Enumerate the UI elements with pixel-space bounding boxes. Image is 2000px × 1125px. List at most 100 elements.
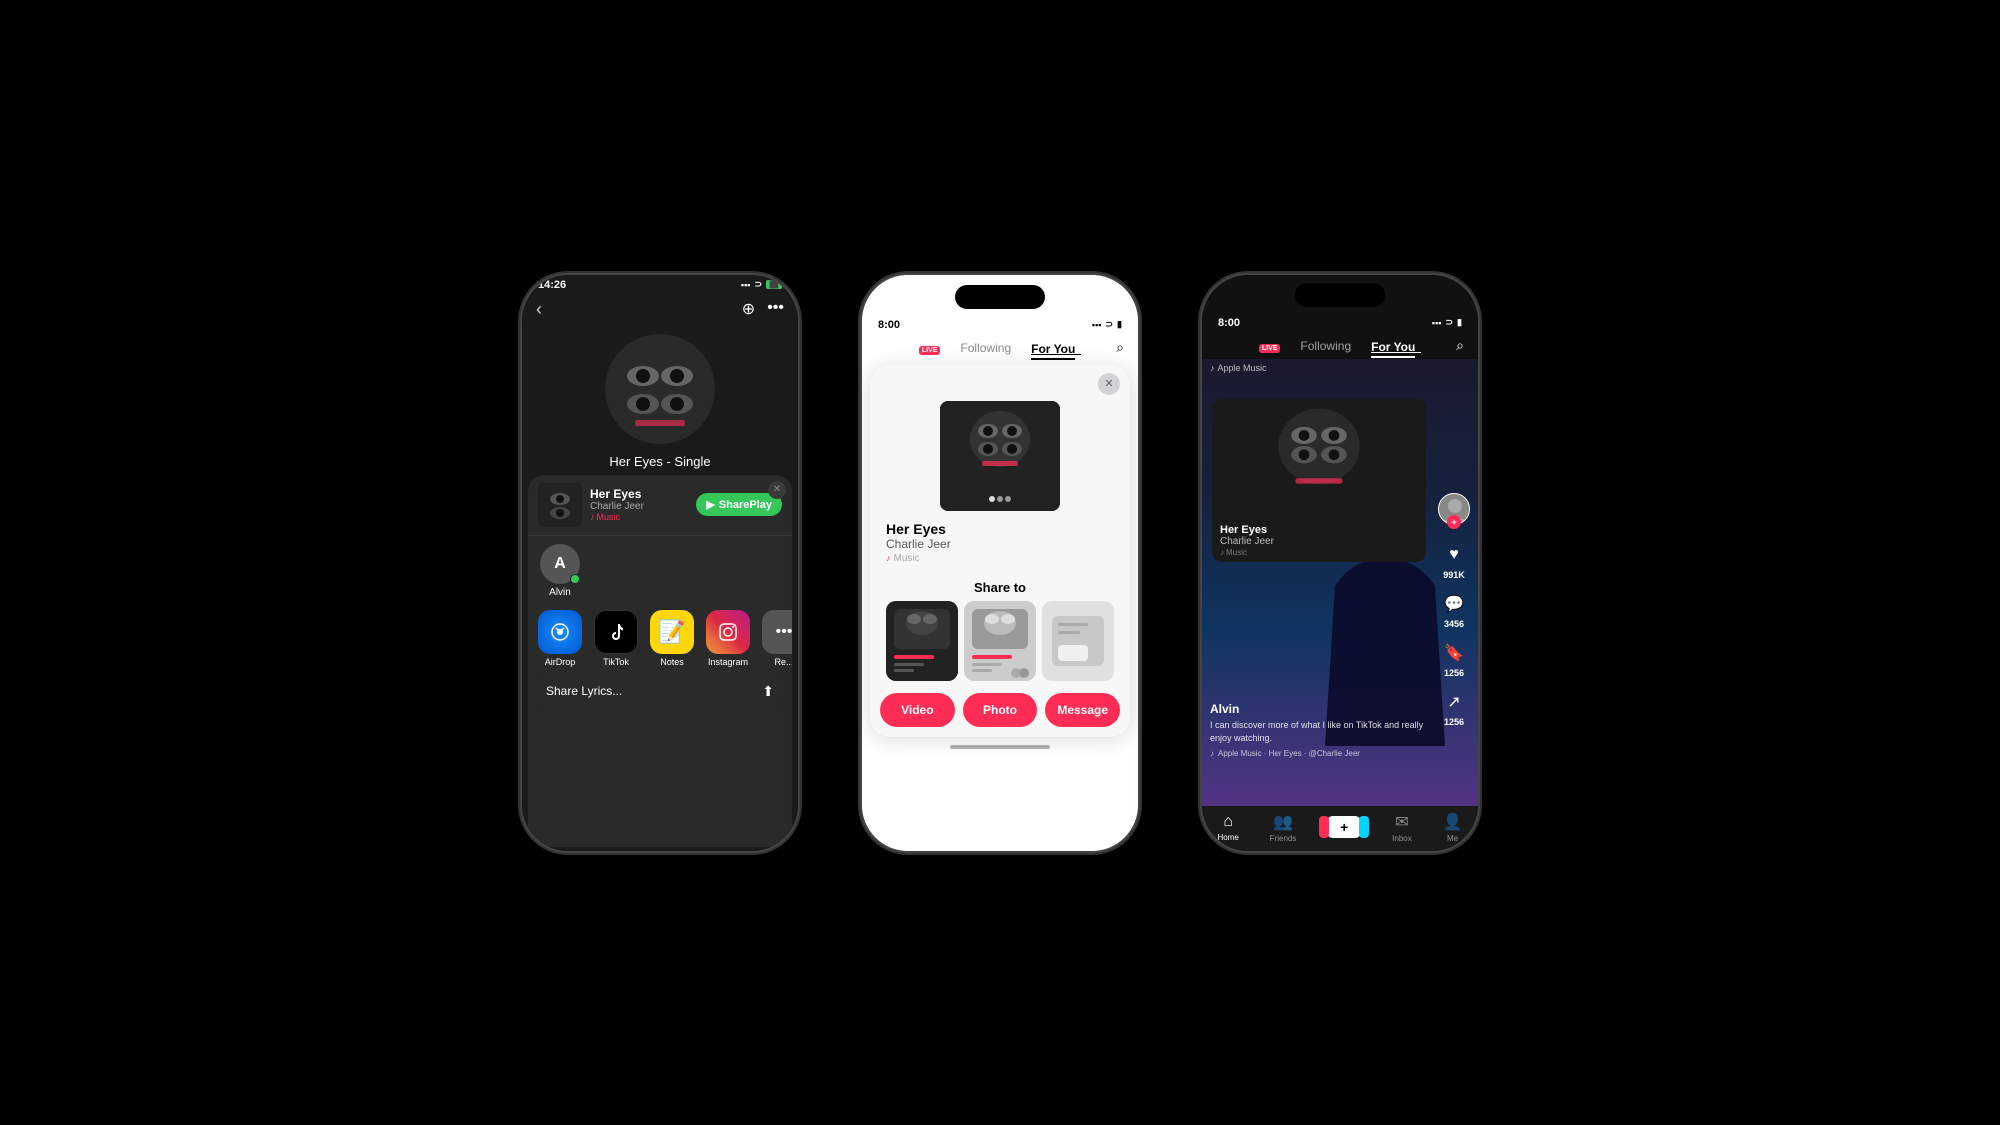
- app-icon-more[interactable]: ••• Re...: [760, 610, 792, 667]
- share-card-overlay: ✕: [870, 365, 1130, 737]
- nav-tabs-center: LIVE Following For You ⌕: [862, 335, 1138, 361]
- nav-friends[interactable]: 👥 Friends: [1270, 812, 1297, 843]
- app-icon-instagram[interactable]: Instagram: [704, 610, 752, 667]
- search-icon-right[interactable]: ⌕: [1456, 337, 1464, 354]
- friends-label: Friends: [1270, 834, 1297, 843]
- friends-icon: 👥: [1273, 812, 1293, 832]
- share-to-label: Share to: [870, 572, 1130, 601]
- dynamic-island-right: [1295, 283, 1385, 307]
- airdrop-icon: [538, 610, 582, 654]
- right-album-art: [1212, 399, 1426, 519]
- bookmark-icon: 🔖: [1440, 639, 1468, 667]
- nav-inbox[interactable]: ✉ Inbox: [1392, 812, 1412, 843]
- tab-for-you-right[interactable]: For You: [1371, 338, 1421, 354]
- close-share-button[interactable]: ✕: [768, 481, 786, 499]
- share-song-title-center: Her Eyes: [886, 521, 1114, 537]
- phones-container: 14:26 ▪▪▪ ⊃ ⬛ ‹ ⊕ •••: [520, 273, 1480, 853]
- tiktok-content: ♪ Apple Music: [1202, 359, 1478, 806]
- live-badge-right: LIVE: [1259, 337, 1281, 355]
- home-icon: ⌂: [1223, 813, 1233, 831]
- nav-home[interactable]: ⌂ Home: [1217, 813, 1238, 842]
- back-button[interactable]: ‹: [536, 299, 542, 320]
- apple-music-badge: ♪ Apple Music: [1210, 363, 1267, 373]
- bottom-info: Alvin I can discover more of what I like…: [1210, 702, 1428, 757]
- song-info-left: Her Eyes Charlie Jeer ♪ Music: [590, 487, 696, 522]
- avatar-initial: A: [554, 555, 566, 573]
- album-art-container: [522, 324, 798, 450]
- status-bar-left: 14:26 ▪▪▪ ⊃ ⬛: [522, 275, 798, 291]
- user-avatar-container[interactable]: +: [1438, 493, 1470, 525]
- music-note-icon-left: ♪: [590, 512, 595, 522]
- nav-me[interactable]: 👤 Me: [1443, 812, 1463, 843]
- contact-name-alvin: Alvin: [549, 587, 571, 598]
- add-button: +: [1327, 816, 1361, 838]
- instagram-icon: [706, 610, 750, 654]
- contact-avatar-alvin[interactable]: A Alvin: [540, 544, 580, 598]
- share-preview-message[interactable]: [1042, 601, 1114, 681]
- phone-center-content: 8:00 ▪▪▪ ⊃ ▮ LIVE Following For You ⌕: [862, 275, 1138, 851]
- time-left: 14:26: [538, 279, 566, 291]
- share-preview-video[interactable]: [886, 601, 958, 681]
- bookmark-count: 1256: [1444, 668, 1464, 678]
- nav-add[interactable]: +: [1327, 816, 1361, 838]
- bookmark-action[interactable]: 🔖 1256: [1440, 639, 1468, 678]
- song-thumb-left: [538, 483, 582, 527]
- share-previews: [870, 601, 1130, 689]
- app-icon-notes[interactable]: 📝 Notes: [648, 610, 696, 667]
- share-song-artist-center: Charlie Jeer: [886, 537, 1114, 551]
- right-album-artist: Charlie Jeer: [1220, 536, 1418, 547]
- more-icon[interactable]: •••: [767, 299, 784, 319]
- song-info-artist: Charlie Jeer: [590, 501, 696, 512]
- song-title-left: Her Eyes - Single: [522, 450, 798, 471]
- like-icon: ♥: [1440, 541, 1468, 569]
- search-icon-center[interactable]: ⌕: [1116, 339, 1124, 356]
- home-indicator-center: [950, 745, 1050, 749]
- share-sheet: Her Eyes Charlie Jeer ♪ Music ▶ SharePla…: [528, 475, 792, 847]
- add-icon-center: +: [1340, 819, 1348, 835]
- add-icon[interactable]: ⊕: [742, 299, 755, 319]
- share-card-header: ✕: [870, 365, 1130, 395]
- wifi-icon-center: ⊃: [1106, 319, 1114, 330]
- signal-icon: ▪▪▪: [741, 280, 751, 290]
- inbox-label: Inbox: [1392, 834, 1412, 843]
- battery-icon-left: ⬛: [766, 280, 782, 289]
- phone-right-content: 8:00 ▪▪▪ ⊃ ▮ LIVE Following For You ⌕: [1202, 275, 1478, 851]
- app-icon-tiktok[interactable]: TikTok: [592, 610, 640, 667]
- share-action[interactable]: ↗ 1256: [1440, 688, 1468, 727]
- tab-for-you-center[interactable]: For You: [1031, 340, 1081, 356]
- time-center: 8:00: [878, 319, 900, 331]
- instagram-label: Instagram: [708, 657, 748, 667]
- status-icons-center: ▪▪▪ ⊃ ▮: [1092, 319, 1122, 330]
- music-note-icon-center: ♪: [886, 553, 891, 563]
- song-thumb-svg: [538, 483, 582, 527]
- song-info-title: Her Eyes: [590, 487, 696, 501]
- online-indicator: [570, 574, 580, 584]
- share-icon: ↗: [1440, 688, 1468, 716]
- more-apps-label: Re...: [774, 657, 792, 667]
- right-album-card[interactable]: Her Eyes Charlie Jeer ♪ Music: [1212, 399, 1426, 562]
- me-icon: 👤: [1443, 812, 1463, 832]
- nav-tabs-right: LIVE Following For You ⌕: [1202, 333, 1478, 359]
- notes-label: Notes: [660, 657, 684, 667]
- share-song-details-center: Her Eyes Charlie Jeer ♪ Music: [870, 515, 1130, 572]
- message-share-button[interactable]: Message: [1045, 693, 1120, 727]
- phone-center: 8:00 ▪▪▪ ⊃ ▮ LIVE Following For You ⌕: [860, 273, 1140, 853]
- like-action[interactable]: ♥ 991K: [1440, 541, 1468, 580]
- comment-icon: 💬: [1440, 590, 1468, 618]
- comment-action[interactable]: 💬 3456: [1440, 590, 1468, 629]
- tab-following-right[interactable]: Following: [1300, 337, 1351, 355]
- notes-icon: 📝: [650, 610, 694, 654]
- music-note-right: ♪: [1220, 548, 1224, 557]
- video-share-button[interactable]: Video: [880, 693, 955, 727]
- share-lyrics-bar[interactable]: Share Lyrics... ⬆: [534, 675, 786, 708]
- shareplay-button[interactable]: ▶ SharePlay: [696, 493, 782, 516]
- photo-share-button[interactable]: Photo: [963, 693, 1038, 727]
- status-icons-left: ▪▪▪ ⊃ ⬛: [741, 279, 782, 290]
- inbox-icon: ✉: [1395, 812, 1408, 832]
- right-album-title: Her Eyes: [1220, 524, 1418, 536]
- me-label: Me: [1447, 834, 1458, 843]
- tab-following-center[interactable]: Following: [960, 339, 1011, 357]
- app-icon-airdrop[interactable]: AirDrop: [536, 610, 584, 667]
- share-preview-photo[interactable]: [964, 601, 1036, 681]
- close-share-card-button[interactable]: ✕: [1098, 373, 1120, 395]
